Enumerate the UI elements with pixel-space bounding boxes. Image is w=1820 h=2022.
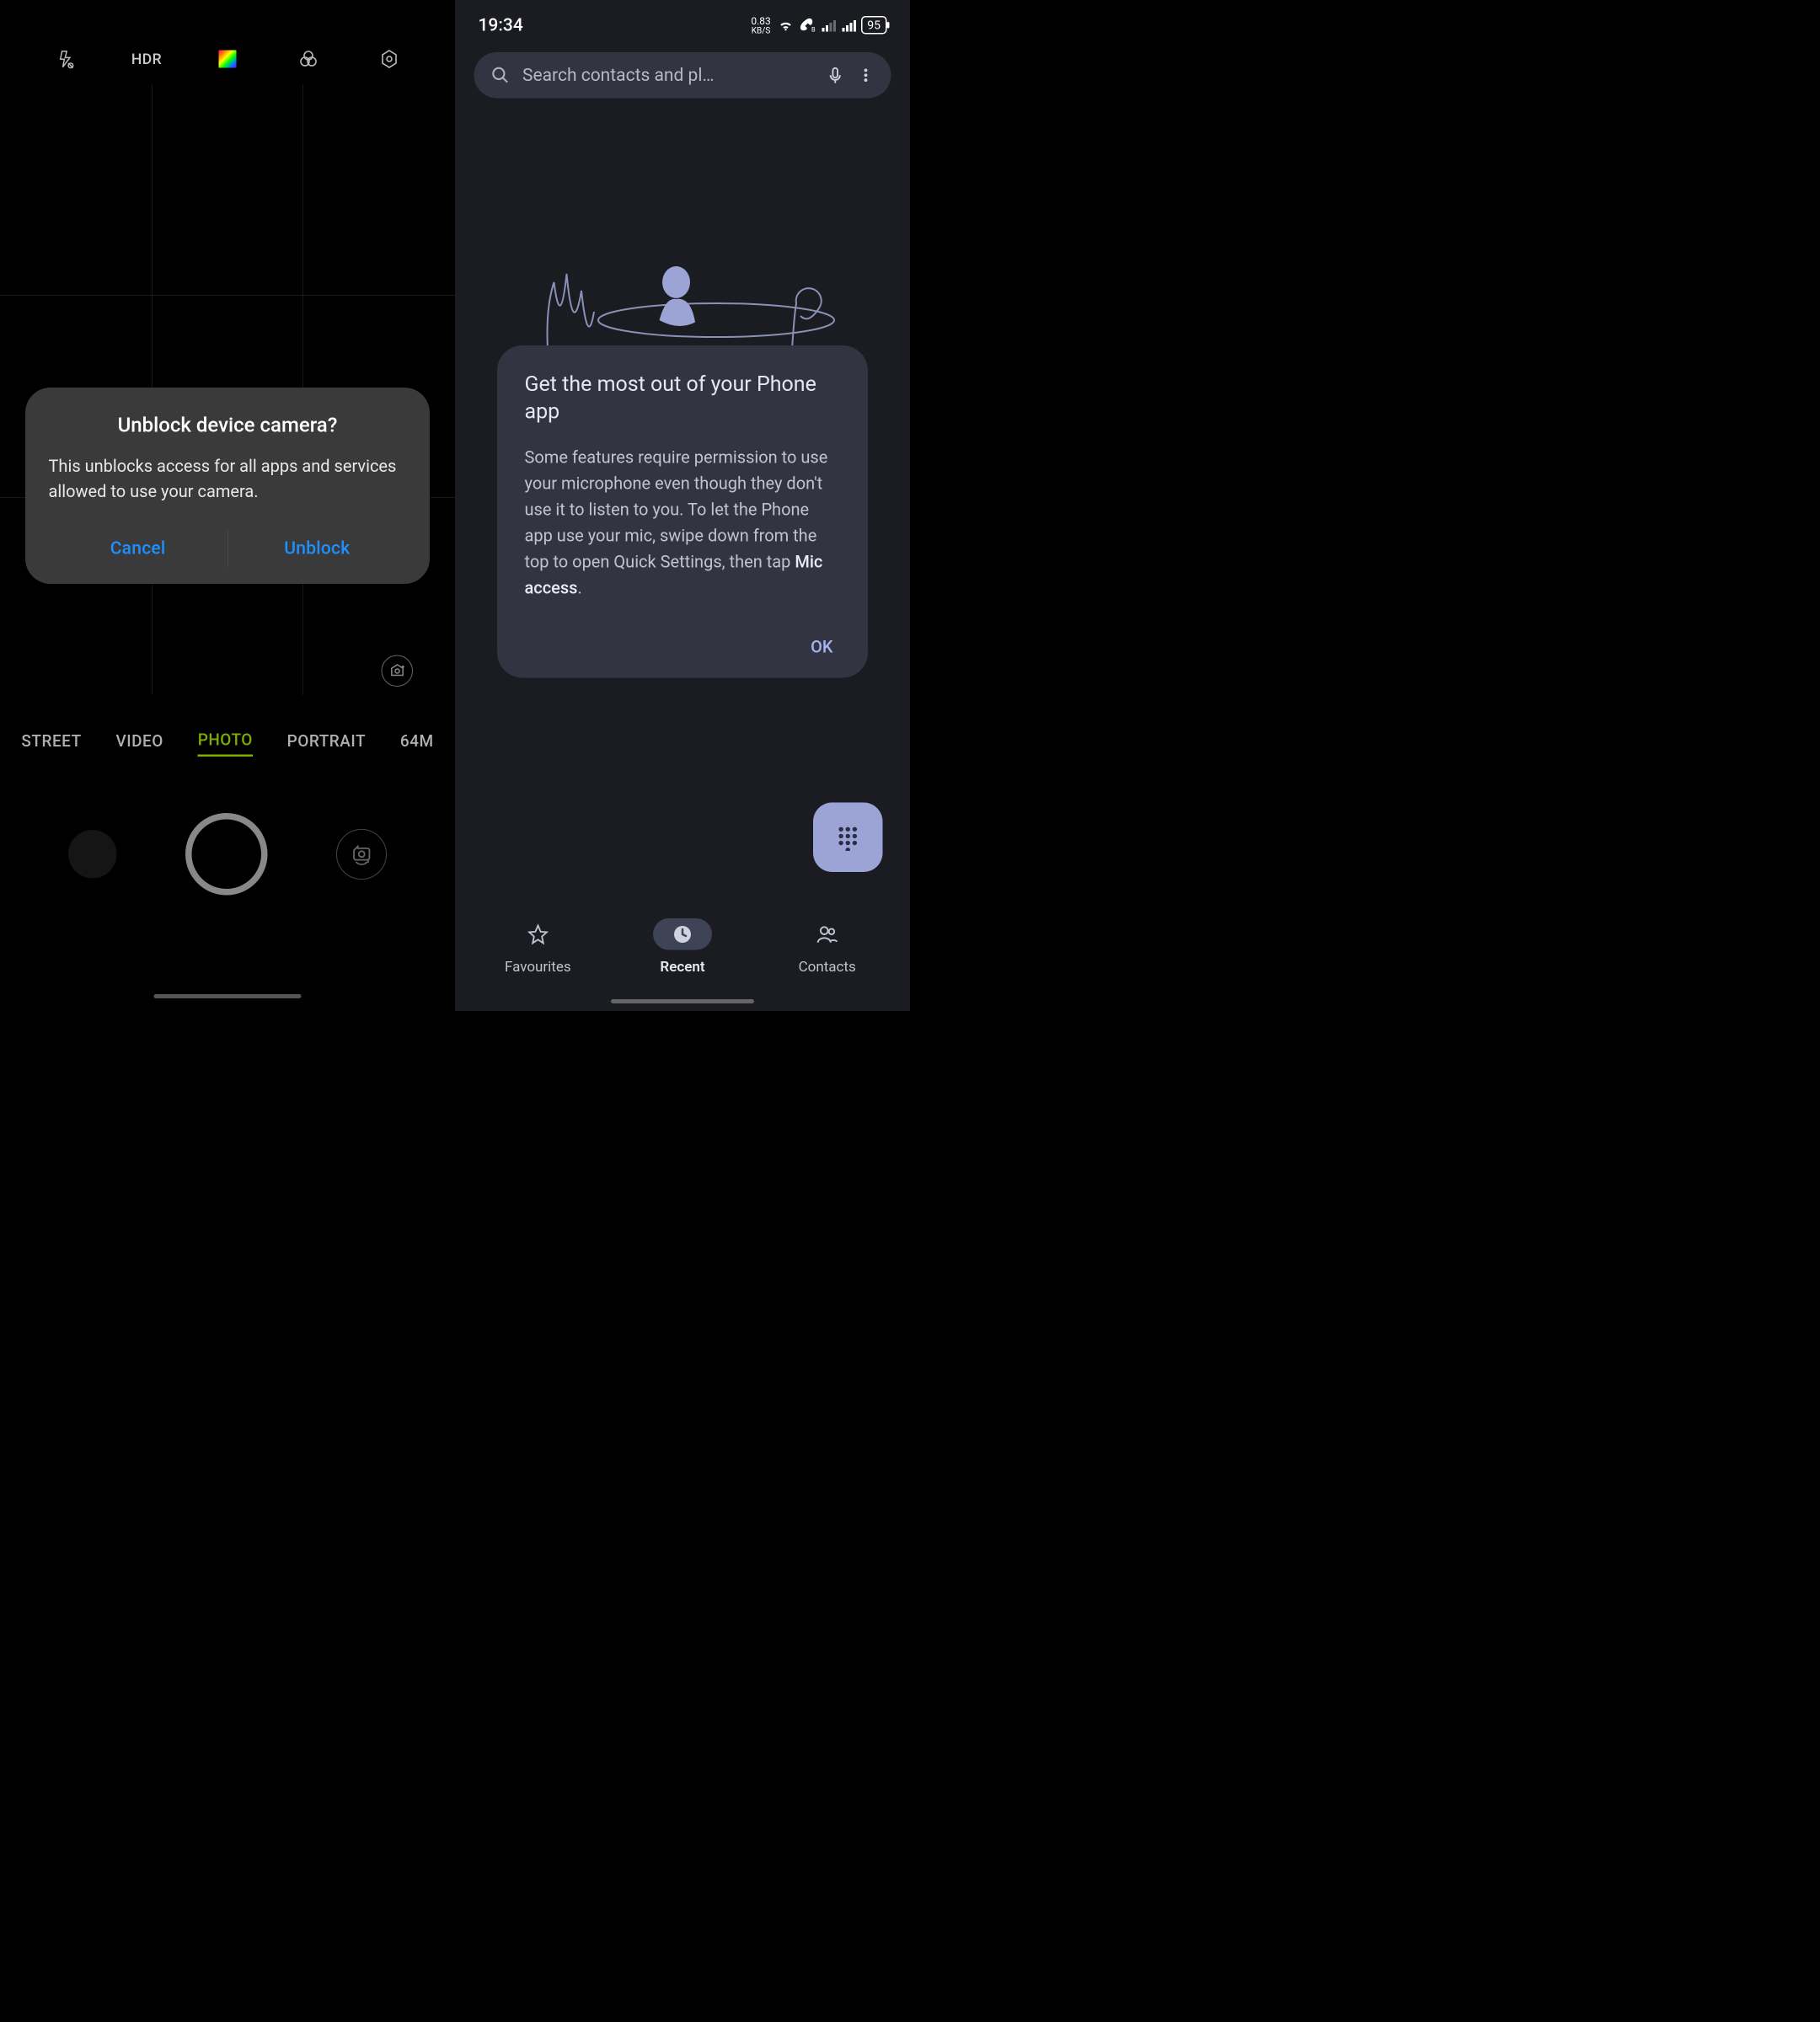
mic-icon[interactable] — [826, 66, 845, 85]
dialog-title: Unblock device camera? — [49, 413, 407, 437]
clock-icon — [672, 924, 693, 944]
phone-app-screen: 19:34 0.83 KB/S B 95 Search contacts and… — [455, 0, 910, 1011]
star-icon — [527, 923, 549, 944]
dialog-body: This unblocks access for all apps and se… — [49, 454, 407, 505]
gallery-thumbnail[interactable] — [68, 830, 117, 879]
nav-favourites[interactable]: Favourites — [466, 918, 609, 976]
card-title: Get the most out of your Phone app — [525, 371, 841, 425]
nav-recent[interactable]: Recent — [611, 918, 754, 976]
nav-label: Recent — [660, 959, 704, 976]
nav-label: Contacts — [799, 959, 856, 976]
cancel-button[interactable]: Cancel — [49, 526, 228, 572]
mode-portrait[interactable]: PORTRAIT — [287, 732, 366, 756]
battery-indicator: 95 — [861, 16, 887, 35]
mode-photo[interactable]: PHOTO — [198, 731, 253, 757]
mode-street[interactable]: STREET — [21, 732, 81, 756]
svg-text:B: B — [811, 25, 816, 33]
shutter-row — [0, 813, 455, 896]
status-bar: 19:34 0.83 KB/S B 95 — [455, 0, 910, 44]
search-icon — [491, 66, 511, 85]
mode-video[interactable]: VIDEO — [116, 732, 163, 756]
camera-toolbar: HDR — [0, 46, 455, 72]
home-indicator[interactable] — [611, 999, 754, 1003]
hdr-label: HDR — [131, 51, 162, 68]
contacts-icon — [816, 923, 838, 945]
nav-contacts[interactable]: Contacts — [756, 918, 899, 976]
home-indicator[interactable] — [154, 994, 302, 998]
search-placeholder: Search contacts and pl… — [522, 65, 813, 86]
mode-64m[interactable]: 64M — [400, 732, 434, 756]
flip-camera-icon[interactable] — [336, 829, 387, 880]
flash-off-icon[interactable] — [53, 46, 78, 72]
hdr-button[interactable]: HDR — [134, 46, 159, 72]
filters-icon[interactable] — [296, 46, 321, 72]
status-time: 19:34 — [479, 15, 523, 36]
ai-mode-icon[interactable] — [382, 655, 414, 687]
status-icons: 0.83 KB/S B 95 — [751, 16, 886, 35]
card-body: Some features require permission to use … — [525, 445, 841, 602]
signal-icon — [841, 18, 856, 33]
settings-icon[interactable] — [377, 46, 402, 72]
vowifi-icon: B — [799, 17, 816, 34]
color-filter-icon[interactable] — [215, 46, 240, 72]
search-bar[interactable]: Search contacts and pl… — [474, 52, 891, 99]
nav-label: Favourites — [505, 959, 571, 976]
illustration — [506, 257, 843, 350]
unblock-camera-dialog: Unblock device camera? This unblocks acc… — [25, 388, 430, 584]
network-speed-indicator: 0.83 KB/S — [751, 16, 770, 35]
unblock-button[interactable]: Unblock — [228, 526, 406, 572]
camera-app-screen: HDR Unblock device camera? This unblocks… — [0, 0, 455, 1011]
ok-button[interactable]: OK — [525, 633, 841, 659]
more-options-icon[interactable] — [858, 66, 875, 85]
signal-icon — [821, 18, 836, 33]
bottom-nav: Favourites Recent Contacts — [455, 906, 910, 988]
camera-mode-strip[interactable]: STREET VIDEO PHOTO PORTRAIT 64M — [0, 731, 455, 757]
permission-card: Get the most out of your Phone app Some … — [497, 345, 868, 678]
shutter-button[interactable] — [185, 813, 268, 896]
dialpad-icon — [834, 824, 862, 852]
dialpad-fab[interactable] — [813, 803, 883, 873]
wifi-icon — [778, 17, 794, 33]
